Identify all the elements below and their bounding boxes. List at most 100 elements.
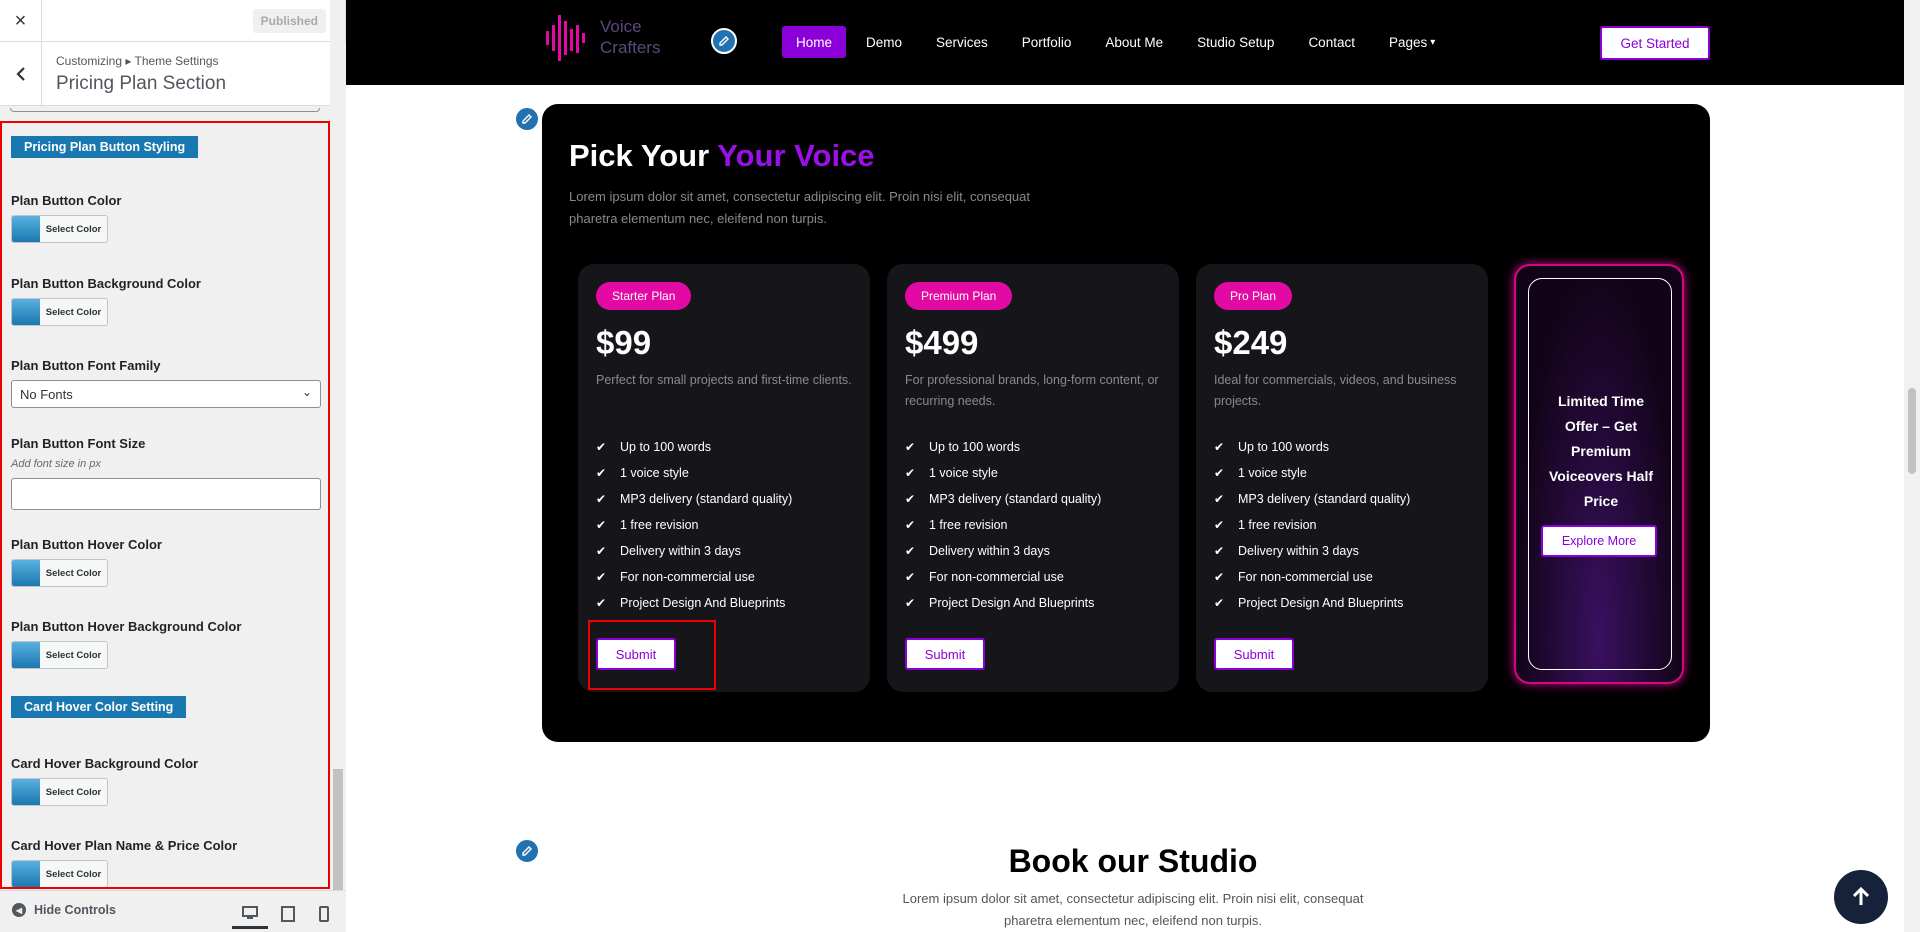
check-icon: ✔ [596,570,607,584]
feature-text: MP3 delivery (standard quality) [929,492,1102,506]
feature-text: MP3 delivery (standard quality) [620,492,793,506]
main-navigation: Home Demo Services Portfolio About Me St… [782,26,1449,58]
feature-text: Up to 100 words [620,440,712,454]
feature-item: ✔ Project Design And Blueprints [905,590,1101,616]
nav-item-about-me[interactable]: About Me [1091,26,1177,58]
nav-item-studio-setup[interactable]: Studio Setup [1183,26,1288,58]
arrow-up-icon [1852,886,1870,905]
logo-line-2: Crafters [600,38,661,57]
color-swatch [12,642,40,668]
back-to-top-button[interactable] [1834,870,1888,924]
feature-item: ✔ Project Design And Blueprints [1214,590,1410,616]
plan-price: $99 [596,324,652,361]
edit-shortcut-pricing[interactable] [514,106,540,132]
promo-text: Limited Time Offer – Get Premium Voiceov… [1548,393,1653,509]
card-hover-bg-color-picker[interactable]: Select Color [11,778,108,806]
scrollbar-thumb[interactable] [333,769,343,899]
plan-description: Perfect for small projects and first-tim… [596,373,852,387]
plan-button-hover-color-picker[interactable]: Select Color [11,559,108,587]
preview-scrollbar[interactable] [1904,0,1920,932]
nav-item-portfolio[interactable]: Portfolio [1008,26,1086,58]
plan-button-bg-color-picker[interactable]: Select Color [11,298,108,326]
published-button[interactable]: Published [252,9,326,33]
font-size-description: Add font size in px [11,458,101,470]
site-logo[interactable]: Voice Crafters [542,11,660,63]
feature-item: ✔ 1 voice style [1214,460,1410,486]
feature-item: ✔ Project Design And Blueprints [596,590,792,616]
font-size-input[interactable] [11,478,321,510]
chevron-down-icon: ▾ [1430,36,1436,48]
highlight-box-submit [588,620,716,690]
section-heading-button-styling: Pricing Plan Button Styling [11,136,199,158]
site-header: Voice Crafters Home Demo Services Portfol… [346,0,1920,85]
feature-item: ✔ 1 free revision [596,512,792,538]
select-color-label: Select Color [45,306,102,318]
sidebar-scrollbar[interactable] [330,42,346,899]
plan-features: ✔ Up to 100 words ✔ 1 voice style ✔ MP3 del… [905,434,1101,616]
section-title: Pricing Plan Section [56,73,227,94]
card-hover-name-price-color-picker[interactable]: Select Color [11,860,108,887]
site-preview: Voice Crafters Home Demo Services Portfol… [346,0,1920,932]
pricing-title: Pick Your Your Voice [569,138,875,174]
mobile-preview-button[interactable] [306,899,342,929]
submit-button-pro[interactable]: Submit [1214,638,1294,670]
feature-item: ✔ 1 voice style [905,460,1101,486]
font-family-value: No Fonts [20,386,73,402]
plan-price: $499 [905,324,979,361]
feature-text: 1 voice style [929,466,998,480]
plan-badge: Premium Plan [905,282,1013,310]
edit-shortcut-logo[interactable] [711,28,737,54]
hide-controls-button[interactable]: ◀ Hide Controls [12,903,116,917]
feature-text: Up to 100 words [929,440,1021,454]
chevron-left-icon [15,67,25,81]
studio-description: Lorem ipsum dolor sit amet, consectetur … [902,891,1364,928]
pricing-description: Lorem ipsum dolor sit amet, consectetur … [569,189,1030,226]
plan-button-hover-bg-color-picker[interactable]: Select Color [11,641,108,669]
font-family-select[interactable]: No Fonts ⌄ [11,380,321,408]
promo-frame: Limited Time Offer – Get Premium Voiceov… [1528,278,1672,670]
desktop-icon [242,905,258,919]
pricing-title-accent: Your Voice [717,138,875,173]
feature-item: ✔ For non-commercial use [905,564,1101,590]
studio-title: Book our Studio [1008,843,1258,879]
check-icon: ✔ [1214,440,1225,454]
nav-item-services[interactable]: Services [922,26,1002,58]
customizer-footer: ◀ Hide Controls [0,890,346,932]
plan-price: $249 [1214,324,1288,361]
scrollbar-thumb[interactable] [1908,388,1916,474]
get-started-button[interactable]: Get Started [1600,26,1710,60]
logo-line-1: Voice [600,17,642,36]
check-icon: ✔ [1214,466,1225,480]
nav-item-contact[interactable]: Contact [1294,26,1369,58]
feature-item: ✔ Up to 100 words [905,434,1101,460]
desktop-preview-button[interactable] [232,899,268,929]
label-plan-button-color: Plan Button Color [11,193,122,208]
pricing-card-premium: Premium Plan $499 For professional brand… [887,264,1179,692]
feature-item: ✔ 1 free revision [1214,512,1410,538]
feature-item: ✔ MP3 delivery (standard quality) [905,486,1101,512]
tablet-preview-button[interactable] [270,899,306,929]
feature-item: ✔ MP3 delivery (standard quality) [596,486,792,512]
close-icon: × [14,9,27,32]
label-plan-button-hover-color: Plan Button Hover Color [11,537,162,552]
pricing-section: Pick Your Your Voice Lorem ipsum dolor s… [542,104,1710,742]
feature-item: ✔ 1 free revision [905,512,1101,538]
submit-button-premium[interactable]: Submit [905,638,985,670]
close-customizer-button[interactable]: × [0,0,42,42]
check-icon: ✔ [596,492,607,506]
check-icon: ✔ [905,440,916,454]
nav-item-pages[interactable]: Pages ▾ [1375,26,1449,58]
nav-item-demo[interactable]: Demo [852,26,916,58]
feature-text: MP3 delivery (standard quality) [1238,492,1411,506]
nav-item-home[interactable]: Home [782,26,847,58]
back-button[interactable] [0,42,42,106]
plan-badge: Starter Plan [596,282,692,310]
feature-item: ✔ For non-commercial use [1214,564,1410,590]
check-icon: ✔ [596,518,607,532]
explore-more-button[interactable]: Explore More [1541,525,1657,557]
plan-features: ✔ Up to 100 words ✔ 1 voice style ✔ MP3 del… [1214,434,1410,616]
select-color-label: Select Color [45,567,102,579]
check-icon: ✔ [905,466,916,480]
nav-item-pages-label: Pages [1388,34,1428,50]
plan-button-color-picker[interactable]: Select Color [11,215,108,243]
